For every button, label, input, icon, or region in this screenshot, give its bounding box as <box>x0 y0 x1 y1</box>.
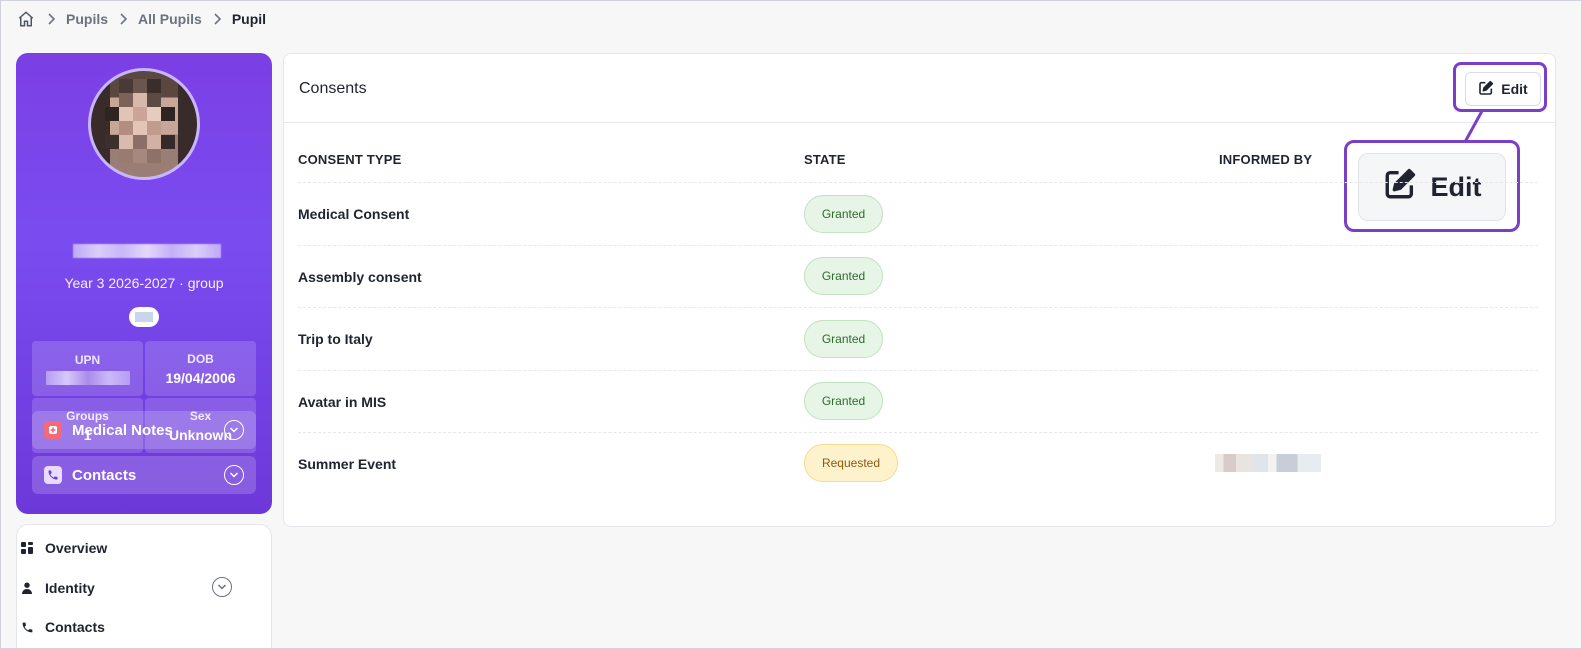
divider <box>284 122 1555 123</box>
home-icon[interactable] <box>16 9 36 29</box>
status-badge: Granted <box>804 320 883 358</box>
medical-notes-label: Medical Notes <box>72 421 173 439</box>
stat-value: 19/04/2006 <box>165 369 236 386</box>
pupil-profile-card: Year 3 2026-2027 · group UPN DOB 19/04/2… <box>16 53 272 514</box>
phone-icon <box>20 620 34 634</box>
user-icon <box>20 581 34 595</box>
edit-icon <box>1383 167 1417 208</box>
status-badge <box>129 307 159 327</box>
row-divider <box>298 432 1538 433</box>
consent-type: Avatar in MIS <box>298 394 387 410</box>
column-header-state: STATE <box>804 152 846 167</box>
grid-icon <box>20 541 34 555</box>
nav-item-contacts[interactable]: Contacts <box>20 616 105 638</box>
status-badge: Granted <box>804 195 883 233</box>
contacts-accordion[interactable]: Contacts <box>32 456 256 494</box>
chevron-right-icon <box>108 13 138 25</box>
zoomed-edit-button: Edit <box>1358 153 1506 221</box>
contacts-label: Contacts <box>72 466 137 484</box>
status-badge: Requested <box>804 444 898 482</box>
status-badge: Granted <box>804 382 883 420</box>
status-badge: Granted <box>804 257 883 295</box>
nav-item-label: Overview <box>45 540 108 556</box>
stat-label: UPN <box>74 352 101 367</box>
row-divider <box>298 307 1538 308</box>
nav-item-label: Contacts <box>45 619 105 635</box>
breadcrumb-pupils[interactable]: Pupils <box>66 11 108 27</box>
medical-notes-accordion[interactable]: Medical Notes <box>32 411 256 449</box>
column-header-informed-by: INFORMED BY <box>1219 152 1313 167</box>
upn-value-redacted <box>45 370 130 385</box>
pupil-name-redacted <box>73 244 221 258</box>
nav-item-overview[interactable]: Overview <box>20 537 107 559</box>
chevron-down-icon[interactable] <box>212 577 232 597</box>
edit-icon <box>1478 80 1494 99</box>
informed-by-redacted <box>1215 454 1321 472</box>
year-group: Year 3 2026-2027 · group <box>64 275 224 291</box>
stat-dob: DOB 19/04/2006 <box>145 341 256 396</box>
breadcrumb-current: Pupil <box>231 11 267 27</box>
chevron-down-icon[interactable] <box>224 420 244 440</box>
consent-type: Trip to Italy <box>298 331 373 347</box>
medical-notes-icon <box>44 421 62 439</box>
nav-item-label: Identity <box>45 580 95 596</box>
edit-button-zoom-callout: Edit <box>1344 140 1520 232</box>
row-divider <box>298 370 1538 371</box>
card-title: Consents <box>299 80 367 97</box>
chevron-down-icon[interactable] <box>224 465 244 485</box>
consent-type: Medical Consent <box>298 206 410 222</box>
consents-card: Consents Edit <box>283 53 1556 527</box>
consent-type: Summer Event <box>298 456 397 472</box>
row-divider <box>298 182 1538 183</box>
stat-upn: UPN <box>32 341 143 396</box>
avatar <box>88 68 200 180</box>
edit-button[interactable]: Edit <box>1465 72 1541 106</box>
phone-icon <box>44 466 62 484</box>
consent-type: Assembly consent <box>298 269 422 285</box>
breadcrumb-all-pupils[interactable]: All Pupils <box>138 11 202 27</box>
chevron-right-icon <box>36 13 66 25</box>
chevron-right-icon <box>202 13 232 25</box>
row-divider <box>298 245 1538 246</box>
column-header-consent-type: CONSENT TYPE <box>298 152 402 167</box>
edit-label: Edit <box>1430 171 1482 202</box>
nav-item-identity[interactable]: Identity <box>20 577 95 599</box>
breadcrumb: Pupils All Pupils Pupil <box>16 8 266 30</box>
stat-label: DOB <box>187 351 214 366</box>
edit-label: Edit <box>1501 81 1528 97</box>
